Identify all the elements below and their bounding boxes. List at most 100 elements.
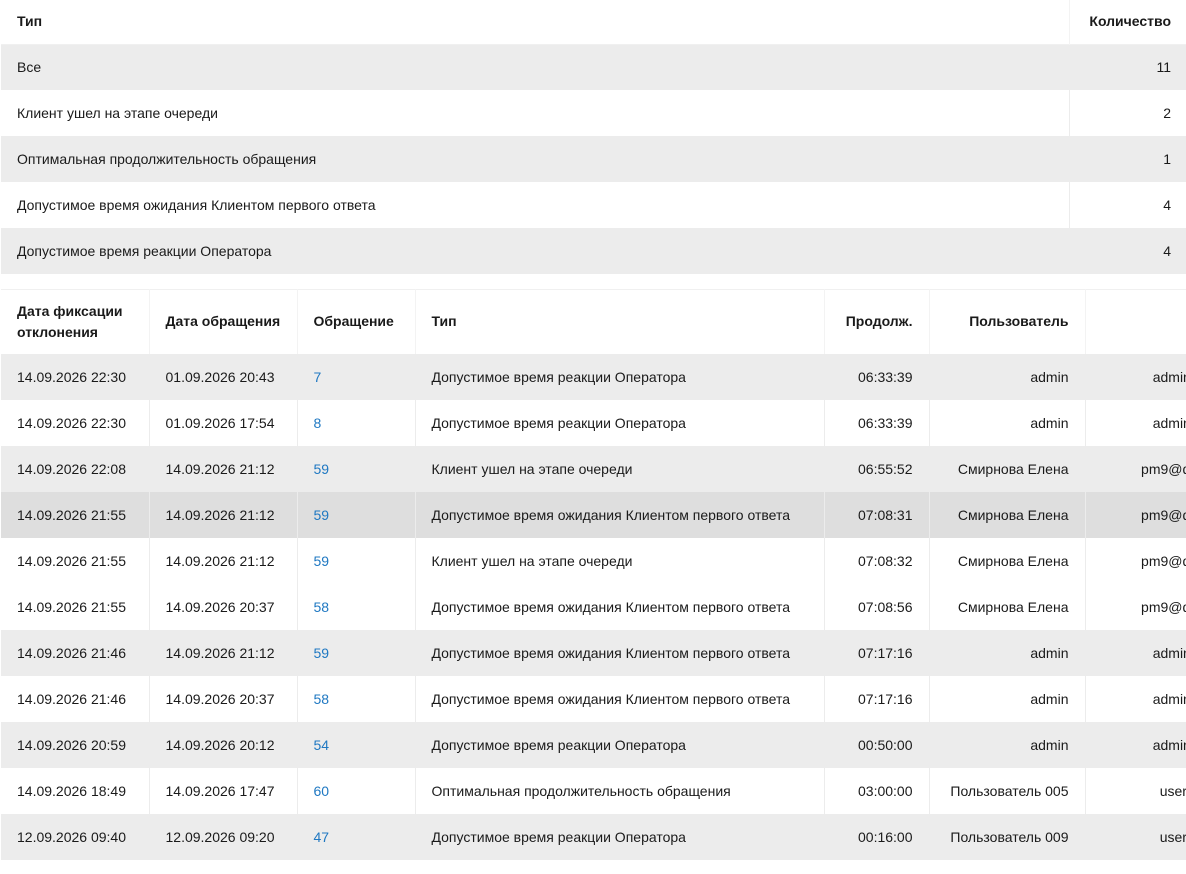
request-link[interactable]: 58 (314, 599, 330, 615)
login-cell: pm9@demo.l (1085, 537, 1186, 584)
header-request[interactable]: Обращение (297, 289, 416, 354)
table-row[interactable]: 14.09.2026 22:30 01.09.2026 20:43 7 Допу… (1, 353, 1186, 400)
login-cell: pm9@demo.l (1085, 583, 1186, 630)
user-cell: admin (929, 675, 1086, 722)
request-link[interactable]: 8 (314, 415, 322, 431)
summary-count: 4 (1163, 243, 1171, 259)
request-link[interactable]: 59 (314, 553, 330, 569)
type-cell: Допустимое время реакции Оператора (415, 813, 825, 860)
user-cell: admin (929, 353, 1086, 400)
request-link[interactable]: 59 (314, 461, 330, 477)
fixed-date-cell: 14.09.2026 18:49 (1, 767, 150, 814)
fixed-date-cell: 14.09.2026 21:55 (1, 537, 150, 584)
summary-count: 1 (1163, 151, 1171, 167)
request-date-cell: 14.09.2026 20:12 (149, 721, 298, 768)
request-link[interactable]: 7 (314, 369, 322, 385)
duration-cell: 06:33:39 (824, 353, 930, 400)
fixed-date-cell: 14.09.2026 22:08 (1, 445, 150, 492)
table-row[interactable]: 14.09.2026 21:55 14.09.2026 21:12 59 Кли… (1, 537, 1186, 584)
summary-row[interactable]: Клиент ушел на этапе очереди 2 (1, 90, 1186, 136)
duration-cell: 07:08:32 (824, 537, 930, 584)
request-date-cell: 01.09.2026 20:43 (149, 353, 298, 400)
request-date-cell: 14.09.2026 21:12 (149, 445, 298, 492)
summary-count: 4 (1163, 197, 1171, 213)
request-link[interactable]: 58 (314, 691, 330, 707)
type-cell: Допустимое время ожидания Клиентом перво… (415, 629, 825, 676)
fixed-date-cell: 14.09.2026 21:55 (1, 583, 150, 630)
user-cell: admin (929, 399, 1086, 446)
user-cell: Смирнова Елена (929, 583, 1086, 630)
login-cell: user009@ (1085, 813, 1186, 860)
header-request-date[interactable]: Дата обращения (149, 289, 298, 354)
table-row[interactable]: 14.09.2026 21:46 14.09.2026 20:37 58 Доп… (1, 675, 1186, 722)
summary-row[interactable]: Все 11 (1, 44, 1186, 90)
duration-cell: 00:50:00 (824, 721, 930, 768)
request-link[interactable]: 59 (314, 507, 330, 523)
request-date-cell: 14.09.2026 20:37 (149, 583, 298, 630)
fixed-date-cell: 14.09.2026 22:30 (1, 399, 150, 446)
login-cell: pm9@demo.l (1085, 445, 1186, 492)
duration-cell: 03:00:00 (824, 767, 930, 814)
deviations-table: Дата фиксации отклонения Дата обращения … (1, 289, 1186, 860)
table-row[interactable]: 14.09.2026 22:30 01.09.2026 17:54 8 Допу… (1, 399, 1186, 446)
header-user[interactable]: Пользователь (929, 289, 1086, 354)
table-row[interactable]: 14.09.2026 21:55 14.09.2026 20:37 58 Доп… (1, 583, 1186, 630)
user-cell: Пользователь 009 (929, 813, 1086, 860)
request-date-cell: 12.09.2026 09:20 (149, 813, 298, 860)
type-cell: Клиент ушел на этапе очереди (415, 445, 825, 492)
login-cell: admin@ma (1085, 675, 1186, 722)
summary-header-row: Тип Количество (1, 0, 1186, 44)
request-link[interactable]: 54 (314, 737, 330, 753)
deviations-header-row: Дата фиксации отклонения Дата обращения … (1, 289, 1186, 354)
request-date-cell: 14.09.2026 21:12 (149, 629, 298, 676)
request-date-cell: 14.09.2026 17:47 (149, 767, 298, 814)
summary-header-type[interactable]: Тип (1, 0, 1070, 44)
request-date-cell: 14.09.2026 20:37 (149, 675, 298, 722)
user-cell: Пользователь 005 (929, 767, 1086, 814)
table-row[interactable]: 14.09.2026 22:08 14.09.2026 21:12 59 Кли… (1, 445, 1186, 492)
request-date-cell: 14.09.2026 21:12 (149, 491, 298, 538)
table-row[interactable]: 14.09.2026 18:49 14.09.2026 17:47 60 Опт… (1, 767, 1186, 814)
fixed-date-cell: 14.09.2026 21:46 (1, 675, 150, 722)
table-row[interactable]: 14.09.2026 21:55 14.09.2026 21:12 59 Доп… (1, 491, 1186, 538)
login-cell: pm9@demo.l (1085, 491, 1186, 538)
summary-type: Допустимое время ожидания Клиентом перво… (1, 182, 1070, 228)
request-date-cell: 14.09.2026 21:12 (149, 537, 298, 584)
header-fixed-date[interactable]: Дата фиксации отклонения (1, 289, 150, 354)
request-link[interactable]: 47 (314, 829, 330, 845)
duration-cell: 07:17:16 (824, 675, 930, 722)
type-cell: Допустимое время реакции Оператора (415, 721, 825, 768)
login-cell: admin@ma (1085, 629, 1186, 676)
duration-cell: 07:08:56 (824, 583, 930, 630)
summary-type: Клиент ушел на этапе очереди (1, 90, 1070, 136)
header-type[interactable]: Тип (415, 289, 825, 354)
header-duration[interactable]: Продолж. (824, 289, 930, 354)
header-login[interactable]: По (1085, 289, 1186, 354)
summary-type: Допустимое время реакции Оператора (1, 228, 1070, 274)
login-cell: admin@ma (1085, 721, 1186, 768)
summary-header-count[interactable]: Количество (1069, 0, 1186, 44)
fixed-date-cell: 14.09.2026 21:55 (1, 491, 150, 538)
table-row[interactable]: 14.09.2026 21:46 14.09.2026 21:12 59 Доп… (1, 629, 1186, 676)
type-cell: Допустимое время ожидания Клиентом перво… (415, 583, 825, 630)
request-link[interactable]: 60 (314, 783, 330, 799)
user-cell: Смирнова Елена (929, 537, 1086, 584)
summary-row[interactable]: Допустимое время реакции Оператора 4 (1, 228, 1186, 274)
fixed-date-cell: 14.09.2026 20:59 (1, 721, 150, 768)
duration-cell: 06:55:52 (824, 445, 930, 492)
request-link[interactable]: 59 (314, 645, 330, 661)
type-cell: Допустимое время реакции Оператора (415, 399, 825, 446)
login-cell: user005@ (1085, 767, 1186, 814)
table-row[interactable]: 12.09.2026 09:40 12.09.2026 09:20 47 Доп… (1, 813, 1186, 860)
summary-row[interactable]: Допустимое время ожидания Клиентом перво… (1, 182, 1186, 228)
duration-cell: 07:08:31 (824, 491, 930, 538)
table-row[interactable]: 14.09.2026 20:59 14.09.2026 20:12 54 Доп… (1, 721, 1186, 768)
login-cell: admin@ma (1085, 399, 1186, 446)
summary-row[interactable]: Оптимальная продолжительность обращения … (1, 136, 1186, 182)
type-cell: Допустимое время реакции Оператора (415, 353, 825, 400)
user-cell: admin (929, 721, 1086, 768)
type-cell: Допустимое время ожидания Клиентом перво… (415, 491, 825, 538)
summary-type: Оптимальная продолжительность обращения (1, 136, 1070, 182)
user-cell: Смирнова Елена (929, 491, 1086, 538)
duration-cell: 00:16:00 (824, 813, 930, 860)
